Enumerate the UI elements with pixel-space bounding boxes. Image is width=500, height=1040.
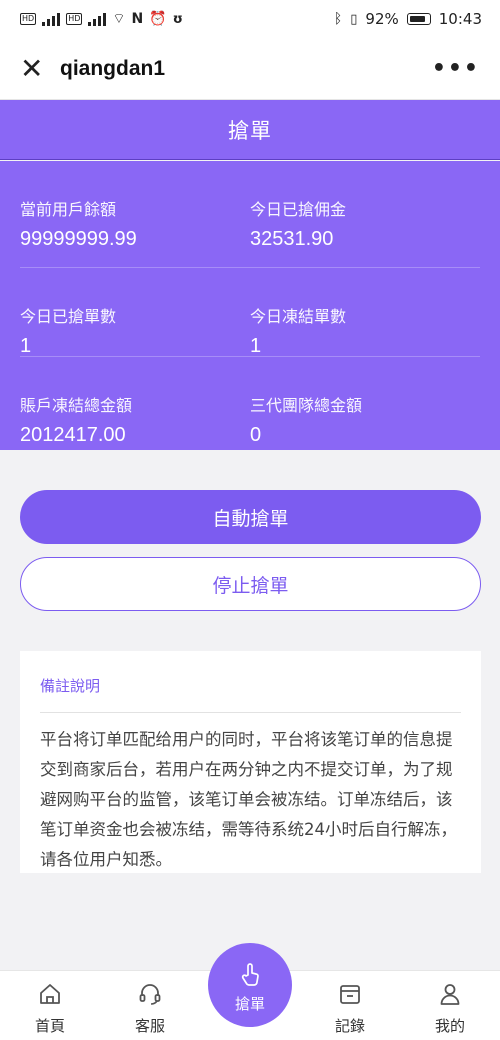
home-icon (40, 984, 60, 1004)
nav-mine[interactable]: 我的 (400, 971, 500, 1040)
stat-value: 2012417.00 (20, 424, 126, 446)
hd-badge: HD (20, 13, 37, 25)
nav-label: 我的 (434, 1017, 465, 1035)
notes-card: 備註說明 平台将订单匹配给用户的同时，平台将该笔订单的信息提交到商家后台，若用户… (20, 651, 481, 873)
stat-label: 今日已搶佣金 (250, 200, 347, 219)
stat-label: 今日凍結單數 (250, 307, 347, 326)
nav-label: 搶單 (234, 994, 265, 1013)
alarm-icon: ⏰ (149, 11, 167, 27)
stat-value: 99999999.99 (20, 228, 137, 250)
page-header: 搶單 (0, 100, 500, 160)
vibrate-icon: ▯ (350, 11, 358, 27)
battery-icon (406, 13, 431, 25)
nav-label: 記錄 (334, 1017, 365, 1035)
stat-row: 今日已搶單數 1 今日凍結單數 1 (20, 268, 480, 357)
stat-value: 1 (20, 335, 32, 357)
nfc-icon: N (131, 11, 144, 27)
stat-label: 當前用戶餘額 (20, 200, 117, 219)
tap-hand-icon (241, 962, 259, 986)
stat-value: 32531.90 (250, 228, 334, 250)
signal-icon (88, 12, 107, 26)
stats-panel: 當前用戶餘額 99999999.99 今日已搶佣金 32531.90 今日已搶單… (0, 161, 500, 450)
stat-team-total: 三代團隊總金額 0 (250, 392, 480, 446)
bluetooth-icon: ᛒ (333, 11, 343, 27)
stat-balance: 當前用戶餘額 99999999.99 (20, 196, 250, 267)
battery-percent: 92% (365, 10, 399, 28)
wifi-icon: ⌔ (112, 11, 126, 27)
app-title: qiangdan1 (60, 56, 166, 80)
nav-home[interactable]: 首頁 (0, 971, 100, 1040)
headset-icon (139, 984, 161, 1005)
bottom-nav: 首頁 客服 搶單 記錄 我的 (0, 943, 500, 1040)
nav-grab[interactable]: 搶單 (200, 943, 300, 1040)
nav-label: 首頁 (34, 1017, 65, 1035)
nav-label: 客服 (134, 1017, 165, 1035)
nav-records[interactable]: 記錄 (300, 971, 400, 1040)
title-bar: ✕ qiangdan1 ••• (0, 38, 500, 100)
status-bar: HD HD ⌔ N ⏰ ʊ ᛒ ▯ 92% 10:43 (0, 0, 500, 38)
status-right: ᛒ ▯ 92% 10:43 (334, 10, 482, 28)
hd-badge: HD (66, 13, 83, 25)
more-icon[interactable]: ••• (432, 56, 480, 81)
page-title: 搶單 (228, 118, 272, 143)
user-icon (440, 984, 460, 1005)
stat-row: 當前用戶餘額 99999999.99 今日已搶佣金 32531.90 (20, 161, 480, 268)
signal-icon (42, 12, 61, 26)
stat-value: 1 (250, 335, 262, 357)
stat-frozen-orders: 今日凍結單數 1 (250, 303, 480, 357)
stat-label: 今日已搶單數 (20, 307, 117, 326)
auto-grab-button[interactable]: 自動搶單 (20, 490, 481, 544)
stat-label: 賬戶凍結總金額 (20, 396, 133, 415)
app-notification-icon: ʊ (172, 11, 183, 27)
notes-title: 備註說明 (40, 675, 461, 713)
stat-orders-today: 今日已搶單數 1 (20, 303, 250, 357)
stat-commission: 今日已搶佣金 32531.90 (250, 196, 480, 267)
stat-label: 三代團隊總金額 (250, 396, 363, 415)
stat-value: 0 (250, 424, 262, 446)
close-icon[interactable]: ✕ (20, 54, 50, 83)
notes-body: 平台将订单匹配给用户的同时，平台将该笔订单的信息提交到商家后台，若用户在两分钟之… (40, 730, 457, 869)
nav-service[interactable]: 客服 (100, 971, 200, 1040)
grab-circle[interactable]: 搶單 (208, 943, 292, 1027)
clock: 10:43 (438, 10, 482, 28)
stat-row: 賬戶凍結總金額 2012417.00 三代團隊總金額 0 (20, 357, 480, 446)
status-left: HD HD ⌔ N ⏰ ʊ (20, 10, 183, 28)
stat-frozen-total: 賬戶凍結總金額 2012417.00 (20, 392, 250, 446)
stop-grab-button[interactable]: 停止搶單 (20, 557, 481, 611)
records-icon (340, 985, 360, 1004)
